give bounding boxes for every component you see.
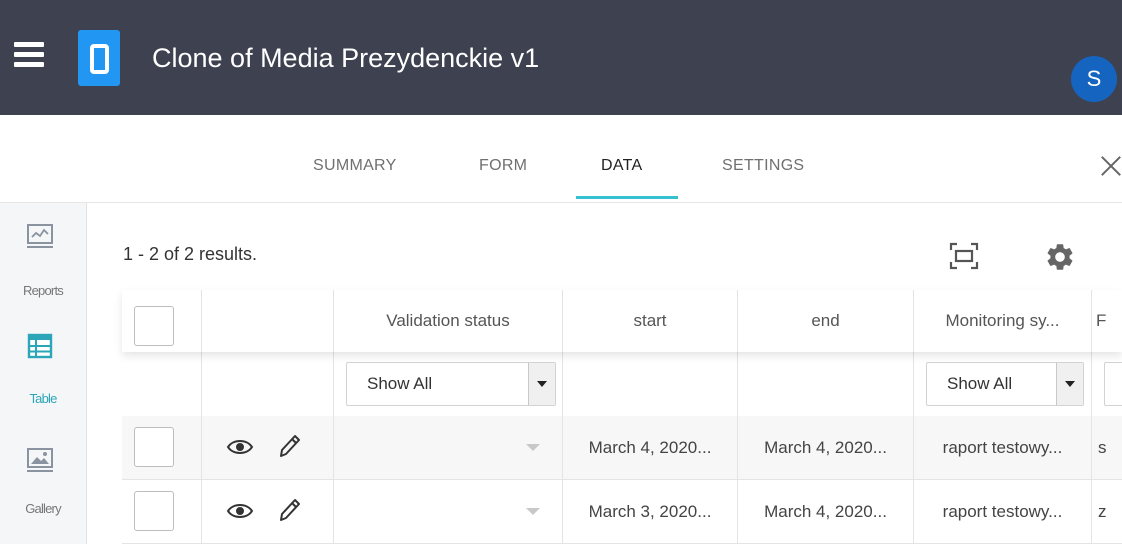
row-select-cell [122,480,202,543]
extra-cell: s [1098,438,1107,457]
chevron-down-icon [1056,363,1083,405]
pencil-icon[interactable] [276,432,302,460]
table-header-row: Validation status start end Monitoring s… [122,290,1122,352]
filter-cell [122,352,202,416]
start-cell: March 4, 2020... [563,416,738,479]
active-tab-indicator [576,196,678,199]
pencil-icon[interactable] [276,496,302,524]
row-actions [202,416,334,479]
filter-cell: Show All [914,352,1092,416]
eye-icon[interactable] [226,435,254,459]
extra-filter[interactable] [1104,362,1122,406]
table-row[interactable]: March 4, 2020... March 4, 2020... raport… [122,416,1122,480]
tab-summary[interactable]: SUMMARY [313,157,397,175]
filter-cell: Show All [334,352,563,416]
tab-data[interactable]: DATA [601,157,643,175]
extra-cell: z [1098,502,1107,521]
gear-icon[interactable] [1044,241,1076,273]
filter-row: Show All Show All [122,352,1122,417]
tab-bar: SUMMARY FORM DATA SETTINGS [0,115,1122,203]
sidebar-item-reports[interactable]: Reports [0,217,86,298]
monitoring-filter[interactable]: Show All [926,362,1084,406]
filter-cell [563,352,738,416]
chevron-down-icon [526,508,540,515]
validation-status-cell[interactable] [334,480,563,543]
tab-settings[interactable]: SETTINGS [722,157,804,175]
start-cell: March 3, 2020... [563,480,738,543]
page-title: Clone of Media Prezydenckie v1 [152,43,540,73]
select-all-checkbox[interactable] [134,306,174,346]
end-cell: March 4, 2020... [738,416,914,479]
data-table: Validation status start end Monitoring s… [122,290,1122,544]
eye-icon[interactable] [226,499,254,523]
sidebar: Reports Table Gallery [0,203,87,544]
chevron-down-icon [528,363,555,405]
column-header[interactable]: Monitoring sy... [914,290,1092,352]
sidebar-item-label: Reports [23,283,64,298]
user-avatar[interactable]: S [1071,56,1117,102]
validation-status-cell[interactable] [334,416,563,479]
tab-form[interactable]: FORM [479,157,527,175]
column-header[interactable]: start [563,290,738,352]
monitoring-cell: raport testowy... [914,480,1092,543]
filter-cell [1092,352,1122,416]
fullscreen-icon[interactable] [948,240,980,272]
column-header[interactable]: Validation status [334,290,563,352]
close-icon[interactable] [1098,153,1122,179]
validation-status-filter[interactable]: Show All [346,362,556,406]
menu-icon[interactable] [14,42,44,68]
column-header[interactable]: end [738,290,914,352]
table-row[interactable]: March 3, 2020... March 4, 2020... raport… [122,480,1122,544]
row-actions [202,480,334,543]
results-count: 1 - 2 of 2 results. [123,244,258,264]
gallery-icon [27,448,53,472]
sidebar-item-table[interactable]: Table [0,327,86,407]
select-all-cell [122,290,202,352]
filter-cell [738,352,914,416]
row-select-cell [122,416,202,479]
sidebar-item-gallery[interactable]: Gallery [0,441,86,521]
app-header: Clone of Media Prezydenckie v1 S [0,0,1122,115]
actions-header [202,290,334,352]
monitoring-cell: raport testowy... [914,416,1092,479]
sidebar-item-label: Gallery [25,501,61,516]
column-header[interactable]: F [1092,290,1122,352]
filter-cell [202,352,334,416]
sidebar-item-label: Table [29,391,57,406]
end-cell: March 4, 2020... [738,480,914,543]
row-checkbox[interactable] [134,427,174,467]
reports-icon [27,224,53,248]
table-icon [27,333,53,359]
row-checkbox[interactable] [134,491,174,531]
app-logo [78,30,120,86]
chevron-down-icon [526,444,540,451]
